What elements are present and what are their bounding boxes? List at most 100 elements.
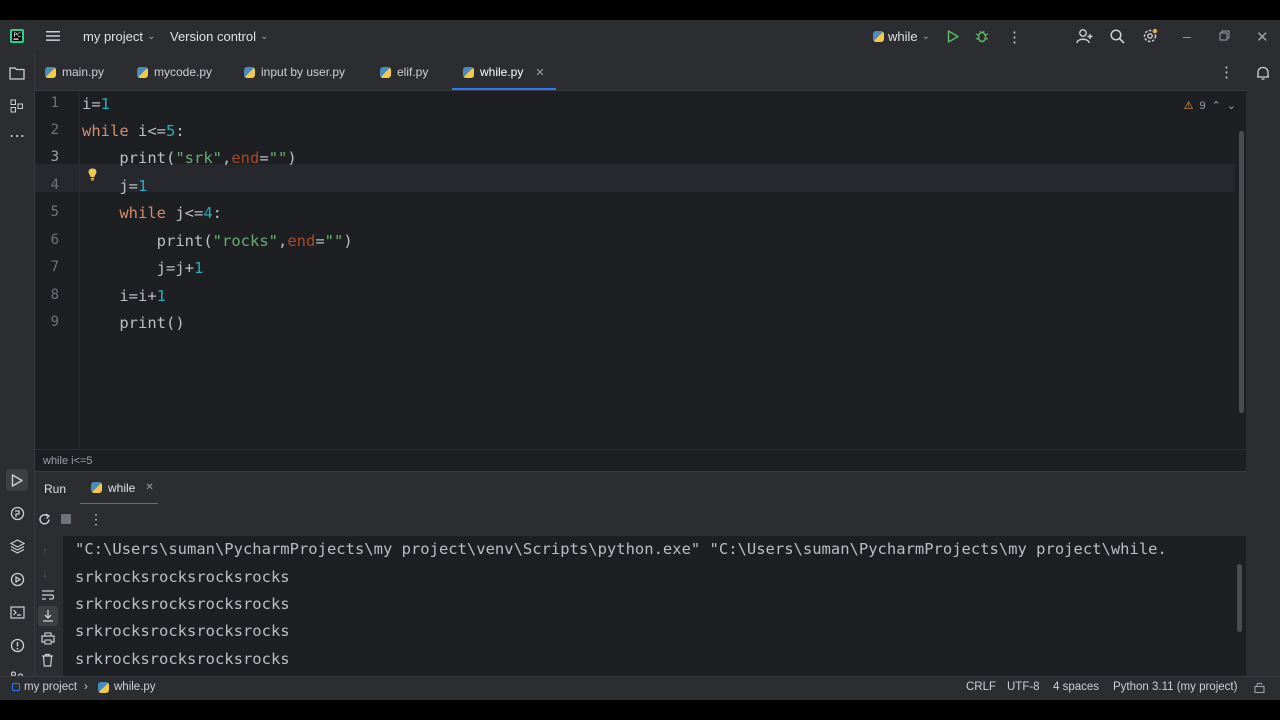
restore-icon[interactable] (1219, 30, 1230, 41)
rerun-icon[interactable] (38, 513, 51, 526)
run-tab-label: while (108, 480, 136, 495)
python-file-icon (91, 482, 102, 493)
tab-elif-py[interactable]: elif.py (380, 54, 428, 90)
chevron-down-icon: ⌄ (260, 31, 269, 42)
python-file-icon (98, 681, 109, 693)
warning-count: 9 (1199, 99, 1206, 112)
python-file-icon (380, 66, 391, 78)
notifications-bell-icon[interactable] (1253, 63, 1273, 83)
project-folder-icon[interactable] (7, 63, 27, 83)
debug-button[interactable] (975, 29, 989, 43)
python-file-icon (463, 66, 474, 78)
code-editor[interactable]: 1 2 3 4 5 6 7 8 9 i=1 while i<=5: print(… (35, 91, 1246, 449)
line-number: 2 (50, 122, 59, 138)
run-console[interactable]: ↑ ↓ "C:\Users\suman\PycharmProjects\my p… (35, 536, 1246, 686)
run-options-icon[interactable]: ⋮ (89, 511, 103, 528)
chevron-down-icon: ⌄ (146, 31, 156, 42)
print-icon[interactable] (41, 632, 55, 645)
run-config-selector[interactable]: while ⌄ (873, 29, 930, 44)
console-side-toolbar: ↑ ↓ (35, 536, 63, 686)
vcs-label: Version control (170, 29, 256, 44)
run-tool-icon[interactable] (6, 469, 28, 491)
left-tool-strip: ⋯ (0, 54, 35, 686)
line-number: 6 (50, 232, 59, 248)
title-bar: PC my project ⌄ Version control ⌄ while … (0, 20, 1280, 54)
minimize-icon[interactable]: – (1183, 28, 1191, 44)
arrow-up-icon[interactable]: ↑ (42, 544, 48, 558)
status-file-crumb[interactable]: while.py (98, 681, 156, 693)
line-separator[interactable]: CRLF (966, 681, 996, 693)
python-file-icon (45, 66, 56, 78)
lock-icon[interactable] (1254, 682, 1265, 693)
tab-label: input by user.py (261, 65, 346, 79)
tab-main-py[interactable]: main.py (45, 54, 104, 90)
python-interpreter[interactable]: Python 3.11 (my project) (1113, 681, 1237, 693)
console-output-line: srkrocksrocksrocksrocks (75, 622, 290, 640)
main-menu-icon[interactable] (46, 29, 61, 43)
module-icon (12, 683, 20, 691)
chevron-up-icon[interactable]: ⌃ (1212, 99, 1221, 112)
tab-input-by-user-py[interactable]: input by user.py (244, 54, 345, 90)
line-number: 5 (50, 204, 59, 220)
line-number: 7 (50, 259, 59, 275)
line-number: 1 (50, 95, 59, 111)
add-user-icon[interactable] (1076, 28, 1093, 44)
more-tools-icon[interactable]: ⋯ (7, 126, 27, 146)
editor-scrollbar[interactable] (1239, 131, 1244, 413)
tab-mycode-py[interactable]: mycode.py (137, 54, 212, 90)
scroll-to-end-icon[interactable] (38, 606, 58, 626)
line-gutter: 1 2 3 4 5 6 7 8 9 (35, 91, 80, 449)
tab-label: main.py (62, 65, 105, 79)
stop-icon[interactable] (61, 514, 71, 524)
close-tab-icon[interactable]: ✕ (535, 66, 544, 79)
ide-window: PC my project ⌄ Version control ⌄ while … (0, 20, 1280, 700)
arrow-down-icon[interactable]: ↓ (42, 566, 48, 580)
right-tool-strip (1245, 54, 1280, 686)
close-icon[interactable]: ✕ (1256, 28, 1269, 46)
line-number: 9 (50, 314, 59, 330)
terminal-icon[interactable] (7, 602, 27, 622)
tab-options-icon[interactable]: ⋮ (1219, 63, 1234, 81)
run-tab-while[interactable]: while ✕ (80, 472, 158, 505)
console-vertical-scrollbar[interactable] (1237, 564, 1242, 632)
indent-setting[interactable]: 4 spaces (1053, 681, 1099, 693)
run-button[interactable] (947, 30, 959, 43)
run-panel-header: Run while ✕ (35, 471, 1246, 505)
tab-label: elif.py (397, 65, 429, 79)
code-line-9: print() (82, 314, 185, 332)
search-icon[interactable] (1110, 29, 1125, 44)
tab-label: while.py (480, 65, 524, 79)
pycharm-logo-icon[interactable]: PC (10, 29, 24, 43)
close-tab-icon[interactable]: ✕ (145, 482, 153, 493)
layers-icon[interactable] (7, 536, 27, 556)
code-line-8: i=i+1 (82, 287, 166, 305)
services-icon[interactable] (7, 569, 27, 589)
trash-icon[interactable] (41, 653, 54, 667)
file-encoding[interactable]: UTF-8 (1007, 681, 1040, 693)
problems-icon[interactable] (7, 635, 27, 655)
breadcrumb[interactable]: while i<=5 (35, 449, 1246, 471)
warning-icon: ⚠ (1183, 100, 1194, 112)
code-line-2: while i<=5: (82, 122, 185, 140)
soft-wrap-icon[interactable] (41, 589, 55, 601)
python-console-icon[interactable] (7, 503, 27, 523)
vcs-selector[interactable]: Version control ⌄ (170, 29, 268, 44)
status-bar: my project › while.py CRLF UTF-8 4 space… (0, 676, 1280, 700)
code-line-7: j=j+1 (82, 259, 204, 277)
console-output-line: srkrocksrocksrocksrocks (75, 595, 290, 613)
status-project-crumb[interactable]: my project (12, 681, 77, 693)
more-actions-icon[interactable]: ⋮ (1007, 28, 1022, 46)
run-toolbar: ⋮ (35, 504, 1246, 536)
code-line-5: while j<=4: (119, 204, 223, 222)
settings-gear-icon[interactable] (1142, 28, 1158, 44)
chevron-down-icon[interactable]: ⌄ (1227, 99, 1236, 112)
breadcrumb-text: while i<=5 (43, 455, 93, 467)
project-name: my project (83, 29, 143, 44)
run-config-name: while (888, 29, 918, 44)
console-output-line: srkrocksrocksrocksrocks (75, 650, 290, 668)
project-selector[interactable]: my project ⌄ (83, 29, 155, 44)
structure-icon[interactable] (7, 96, 27, 116)
tab-while-py[interactable]: while.py ✕ (452, 54, 556, 90)
inspection-widget[interactable]: ⚠ 9 ⌃ ⌄ (1183, 99, 1236, 113)
code-line-1: i=1 (82, 95, 111, 113)
